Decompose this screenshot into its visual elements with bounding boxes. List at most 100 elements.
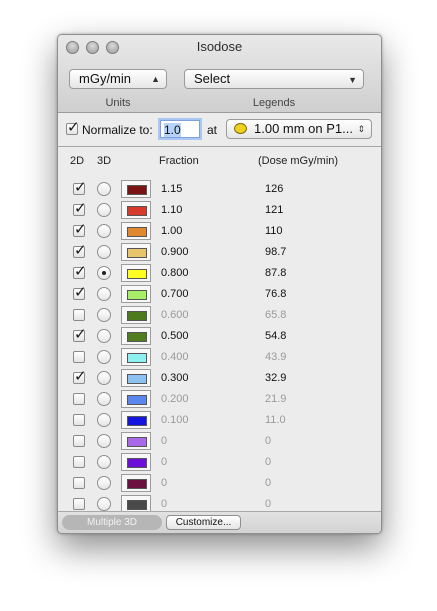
row-3d-radio[interactable] <box>97 413 111 427</box>
row-color-swatch <box>127 311 147 321</box>
row-color-well[interactable] <box>121 285 151 303</box>
normalize-value: 1.0 <box>164 123 181 137</box>
row-dose: 0 <box>265 477 272 489</box>
row-color-swatch <box>127 290 147 300</box>
row-3d-radio[interactable] <box>97 182 111 196</box>
row-dose: 0 <box>265 435 272 447</box>
row-color-well[interactable] <box>121 222 151 240</box>
row-fraction: 0.300 <box>161 372 189 384</box>
row-color-well[interactable] <box>121 432 151 450</box>
row-color-well[interactable] <box>121 348 151 366</box>
row-color-swatch <box>127 353 147 363</box>
row-2d-checkbox[interactable]: ✓ <box>73 200 87 217</box>
row-dose: 126 <box>265 183 284 195</box>
checkmark-icon: ✓ <box>74 200 87 217</box>
row-3d-radio[interactable] <box>97 497 111 511</box>
row-2d-checkbox[interactable] <box>73 351 85 363</box>
row-2d-checkbox[interactable] <box>73 393 85 405</box>
isodose-row: 00 <box>58 432 381 453</box>
column-header-fraction: Fraction <box>159 155 199 167</box>
row-color-well[interactable] <box>121 264 151 282</box>
row-2d-checkbox[interactable]: ✓ <box>73 368 87 385</box>
row-3d-radio[interactable] <box>97 392 111 406</box>
multiple-3d-button[interactable]: Multiple 3D <box>62 515 162 530</box>
legends-value: Select <box>194 71 231 86</box>
row-fraction: 0.900 <box>161 246 189 258</box>
row-fraction: 0.400 <box>161 351 189 363</box>
isodose-row: 00 <box>58 474 381 495</box>
row-2d-checkbox[interactable] <box>73 498 85 510</box>
row-2d-checkbox[interactable]: ✓ <box>73 242 87 259</box>
normalize-location-popup[interactable]: 1.00 mm on P1... ⇕ <box>226 119 372 139</box>
row-dose: 65.8 <box>265 309 287 321</box>
checkmark-icon: ✓ <box>74 221 87 238</box>
column-header-2d: 2D <box>70 155 85 167</box>
row-2d-checkbox[interactable]: ✓ <box>73 263 87 280</box>
row-color-well[interactable] <box>121 369 151 387</box>
row-3d-radio[interactable] <box>97 203 111 217</box>
normalize-checkbox[interactable]: ✓ <box>66 119 80 136</box>
row-3d-radio[interactable] <box>97 245 111 259</box>
row-color-swatch <box>127 374 147 384</box>
checkmark-icon: ✓ <box>74 242 87 259</box>
row-fraction: 0 <box>161 456 168 468</box>
row-2d-checkbox[interactable] <box>73 309 85 321</box>
isodose-row: ✓ 1.00 110 <box>58 221 381 243</box>
row-color-well[interactable] <box>121 327 151 345</box>
row-color-well[interactable] <box>121 201 151 219</box>
row-3d-radio[interactable] <box>97 308 111 322</box>
checkmark-icon: ✓ <box>74 284 87 301</box>
row-color-well[interactable] <box>121 474 151 492</box>
row-color-well[interactable] <box>121 390 151 408</box>
row-2d-checkbox[interactable]: ✓ <box>73 179 87 196</box>
row-dose: 98.7 <box>265 246 287 258</box>
row-3d-radio[interactable] <box>97 329 111 343</box>
radio-dot-icon <box>102 271 106 275</box>
isodose-row: ✓ 0.700 76.8 <box>58 284 381 306</box>
row-3d-radio[interactable] <box>97 455 111 469</box>
row-3d-radio[interactable] <box>97 224 111 238</box>
row-color-well[interactable] <box>121 453 151 471</box>
checkmark-icon: ✓ <box>74 263 87 280</box>
row-color-swatch <box>127 248 147 258</box>
row-color-well[interactable] <box>121 243 151 261</box>
row-2d-checkbox[interactable] <box>73 435 85 447</box>
at-label: at <box>207 123 218 137</box>
normalize-location: 1.00 mm on P1... <box>254 121 353 136</box>
legends-caption: Legends <box>252 97 296 109</box>
row-fraction: 0.600 <box>161 309 189 321</box>
row-dose: 0 <box>265 456 272 468</box>
up-down-arrows-icon: ⇕ <box>357 124 365 134</box>
row-3d-radio[interactable] <box>97 350 111 364</box>
checkmark-icon: ✓ <box>74 326 87 343</box>
row-color-well[interactable] <box>121 306 151 324</box>
normalize-value-input[interactable]: 1.0 <box>160 120 200 138</box>
row-2d-checkbox[interactable] <box>73 414 85 426</box>
row-2d-checkbox[interactable]: ✓ <box>73 326 87 343</box>
isodose-row: ✓ 1.10 121 <box>58 200 381 222</box>
customize-button[interactable]: Customize... <box>166 515 241 530</box>
row-color-swatch <box>127 416 147 426</box>
row-2d-checkbox[interactable]: ✓ <box>73 221 87 238</box>
isodose-window: Isodose mGy/min ▲ Units Select ▼ Legends… <box>57 34 382 534</box>
row-3d-radio[interactable] <box>97 434 111 448</box>
row-color-swatch <box>127 437 147 447</box>
row-dose: 54.8 <box>265 330 287 342</box>
units-popup[interactable]: mGy/min ▲ <box>69 69 167 89</box>
normalize-label: Normalize to: <box>82 123 153 137</box>
window-title: Isodose <box>196 39 243 54</box>
legends-popup[interactable]: Select ▼ <box>184 69 364 89</box>
row-dose: 21.9 <box>265 393 287 405</box>
row-color-well[interactable] <box>121 411 151 429</box>
row-2d-checkbox[interactable]: ✓ <box>73 284 87 301</box>
row-3d-radio[interactable] <box>97 371 111 385</box>
row-3d-radio[interactable] <box>97 287 111 301</box>
isodose-row: 0.600 65.8 <box>58 306 381 327</box>
row-fraction: 1.10 <box>161 204 183 216</box>
row-3d-radio[interactable] <box>97 476 111 490</box>
row-2d-checkbox[interactable] <box>73 456 85 468</box>
row-3d-radio[interactable] <box>97 266 111 280</box>
row-color-well[interactable] <box>121 180 151 198</box>
row-color-swatch <box>127 185 147 195</box>
row-2d-checkbox[interactable] <box>73 477 85 489</box>
